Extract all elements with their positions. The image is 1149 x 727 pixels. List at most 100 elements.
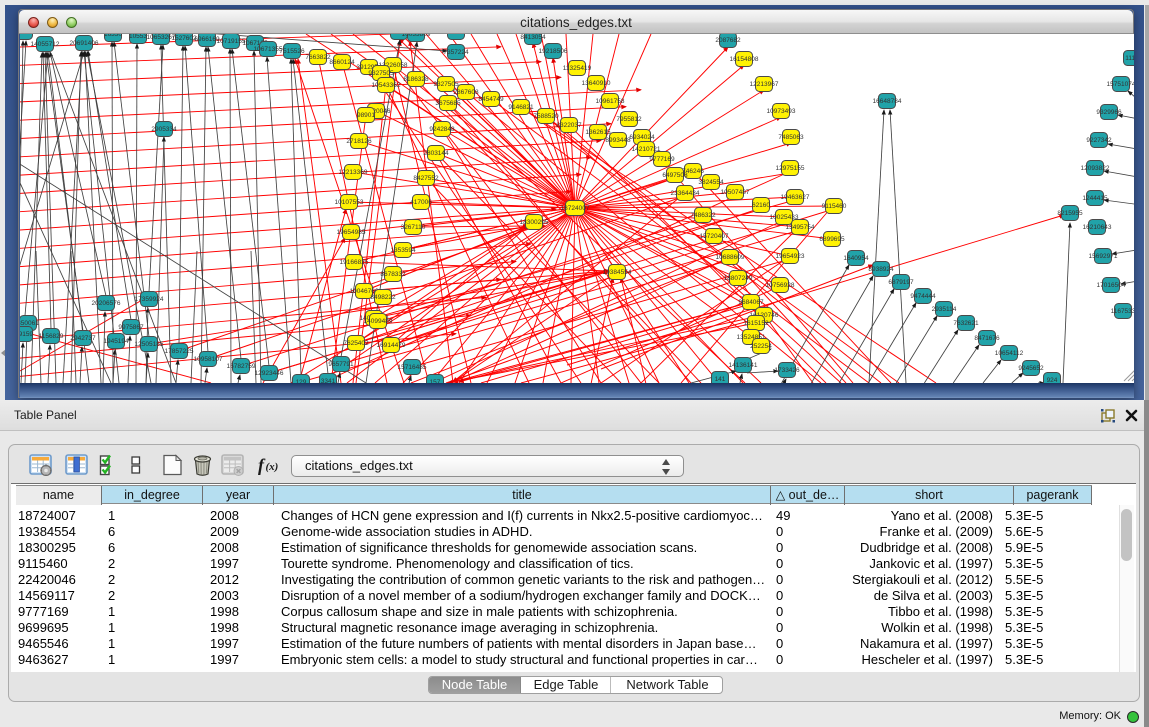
svg-text:16033809: 16033809 (402, 34, 431, 38)
svg-text:7588520: 7588520 (533, 113, 559, 120)
svg-text:12975155: 12975155 (776, 165, 805, 172)
svg-text:2935114: 2935114 (932, 306, 957, 313)
svg-text:8993448: 8993448 (605, 137, 631, 144)
svg-text:10973493: 10973493 (767, 108, 796, 115)
svg-text:23364434: 23364434 (671, 190, 700, 197)
svg-text:1353594: 1353594 (390, 247, 416, 254)
svg-text:6879197: 6879197 (888, 279, 914, 286)
svg-text:8215955: 8215955 (1057, 210, 1083, 217)
svg-text:19218506: 19218506 (539, 48, 568, 55)
svg-text:2942737: 2942737 (70, 335, 96, 342)
svg-text:17359924: 17359924 (135, 296, 164, 303)
svg-text:10107553: 10107553 (335, 199, 364, 206)
svg-text:3675685: 3675685 (435, 100, 461, 107)
svg-text:1362615: 1362615 (585, 129, 611, 136)
svg-text:10553: 10553 (129, 34, 147, 40)
svg-text:8938924: 8938924 (868, 266, 894, 273)
svg-text:16210643: 16210643 (1083, 224, 1112, 231)
svg-text:19654985: 19654985 (337, 229, 366, 236)
svg-text:1640954: 1640954 (843, 255, 869, 262)
svg-text:16914479: 16914479 (377, 342, 406, 349)
svg-text:1945194: 1945194 (103, 338, 129, 345)
svg-text:10756928: 10756928 (766, 282, 795, 289)
svg-text:8186328: 8186328 (403, 76, 429, 83)
svg-text:18807249: 18807249 (724, 275, 753, 282)
svg-text:9329966: 9329966 (1096, 109, 1122, 116)
svg-text:16330: 16330 (104, 34, 122, 38)
svg-text:9684067: 9684067 (738, 299, 764, 306)
svg-text:9474444: 9474444 (910, 293, 936, 300)
svg-text:9146821: 9146821 (508, 104, 534, 111)
svg-text:10961758: 10961758 (596, 98, 625, 105)
svg-text:19463627: 19463627 (781, 194, 810, 201)
svg-text:62160: 62160 (752, 202, 770, 209)
svg-text:1527602: 1527602 (171, 35, 197, 42)
svg-text:7357224: 7357224 (443, 49, 469, 56)
svg-text:3824554: 3824554 (698, 179, 724, 186)
svg-text:2718126: 2718126 (346, 138, 372, 145)
svg-text:2905334: 2905334 (151, 126, 177, 133)
svg-text:6497508: 6497508 (662, 172, 688, 179)
svg-text:9657791: 9657791 (328, 361, 354, 368)
svg-text:8454749: 8454749 (478, 96, 504, 103)
svg-text:15716485: 15716485 (398, 364, 427, 371)
svg-text:19654923: 19654923 (776, 253, 805, 260)
svg-text:20206576: 20206576 (92, 300, 121, 307)
svg-text:8471676: 8471676 (974, 335, 1000, 342)
svg-text:12093822: 12093822 (1081, 165, 1110, 172)
svg-text:19166825: 19166825 (340, 259, 369, 266)
svg-text:8427552: 8427552 (413, 175, 439, 182)
svg-text:1015: 1015 (20, 34, 32, 36)
svg-text:10688609: 10688609 (716, 254, 745, 261)
svg-text:98901: 98901 (357, 112, 375, 119)
svg-text:252254: 252254 (750, 343, 772, 350)
svg-text:6934024: 6934024 (629, 134, 655, 141)
svg-text:9327505: 9327505 (433, 81, 459, 88)
svg-text:1112: 1112 (1125, 55, 1134, 62)
svg-text:16648784: 16648784 (873, 98, 902, 105)
svg-text:10958107: 10958107 (194, 356, 223, 363)
svg-text:18724007: 18724007 (561, 205, 590, 212)
svg-text:1167533: 1167533 (1111, 308, 1134, 315)
svg-text:13640910: 13640910 (582, 80, 611, 87)
svg-text:7485063: 7485063 (778, 134, 804, 141)
svg-text:20691406: 20691406 (70, 40, 99, 47)
svg-text:11325419: 11325419 (563, 65, 592, 72)
svg-text:17016504: 17016504 (1097, 282, 1126, 289)
svg-text:15692971: 15692971 (1089, 253, 1118, 260)
svg-text:141: 141 (715, 376, 726, 383)
svg-text:2867608: 2867608 (453, 89, 479, 96)
svg-text:7515526: 7515526 (279, 48, 305, 55)
svg-text:12923446: 12923446 (255, 370, 284, 377)
svg-text:8678332: 8678332 (380, 271, 406, 278)
svg-text:15720407: 15720407 (700, 233, 729, 240)
svg-text:1156829: 1156829 (39, 333, 64, 340)
svg-text:9242848: 9242848 (429, 126, 455, 133)
svg-text:12505185: 12505185 (135, 341, 164, 348)
svg-text:8413054: 8413054 (520, 34, 546, 41)
svg-text:8322037: 8322037 (556, 122, 582, 129)
svg-text:10507487: 10507487 (721, 189, 750, 196)
svg-text:7663822: 7663822 (305, 54, 331, 61)
svg-text:14136141: 14136141 (729, 362, 758, 369)
svg-text:9777169: 9777169 (649, 156, 675, 163)
svg-text:1615152: 1615152 (743, 320, 769, 327)
svg-text:16154808: 16154808 (730, 56, 759, 63)
svg-text:10654112: 10654112 (995, 350, 1024, 357)
svg-text:19384554: 19384554 (603, 269, 632, 276)
svg-text:9227342: 9227342 (1086, 137, 1112, 144)
svg-text:15751074: 15751074 (1107, 81, 1134, 88)
svg-text:2087682: 2087682 (715, 37, 741, 44)
svg-text:735: 735 (451, 34, 462, 36)
svg-text:7955812: 7955812 (616, 116, 642, 123)
svg-text:10543362: 10543362 (372, 82, 401, 89)
svg-text:16782759: 16782759 (227, 363, 256, 370)
svg-text:1733426: 1733426 (774, 367, 800, 374)
svg-text:9115460: 9115460 (822, 203, 847, 210)
svg-text:13495754: 13495754 (786, 224, 815, 231)
svg-text:7486322: 7486322 (690, 212, 716, 219)
svg-text:14055712: 14055712 (31, 41, 60, 48)
svg-text:18300295: 18300295 (520, 219, 549, 226)
svg-text:39159: 39159 (20, 331, 33, 338)
svg-text:2803144: 2803144 (423, 150, 449, 157)
